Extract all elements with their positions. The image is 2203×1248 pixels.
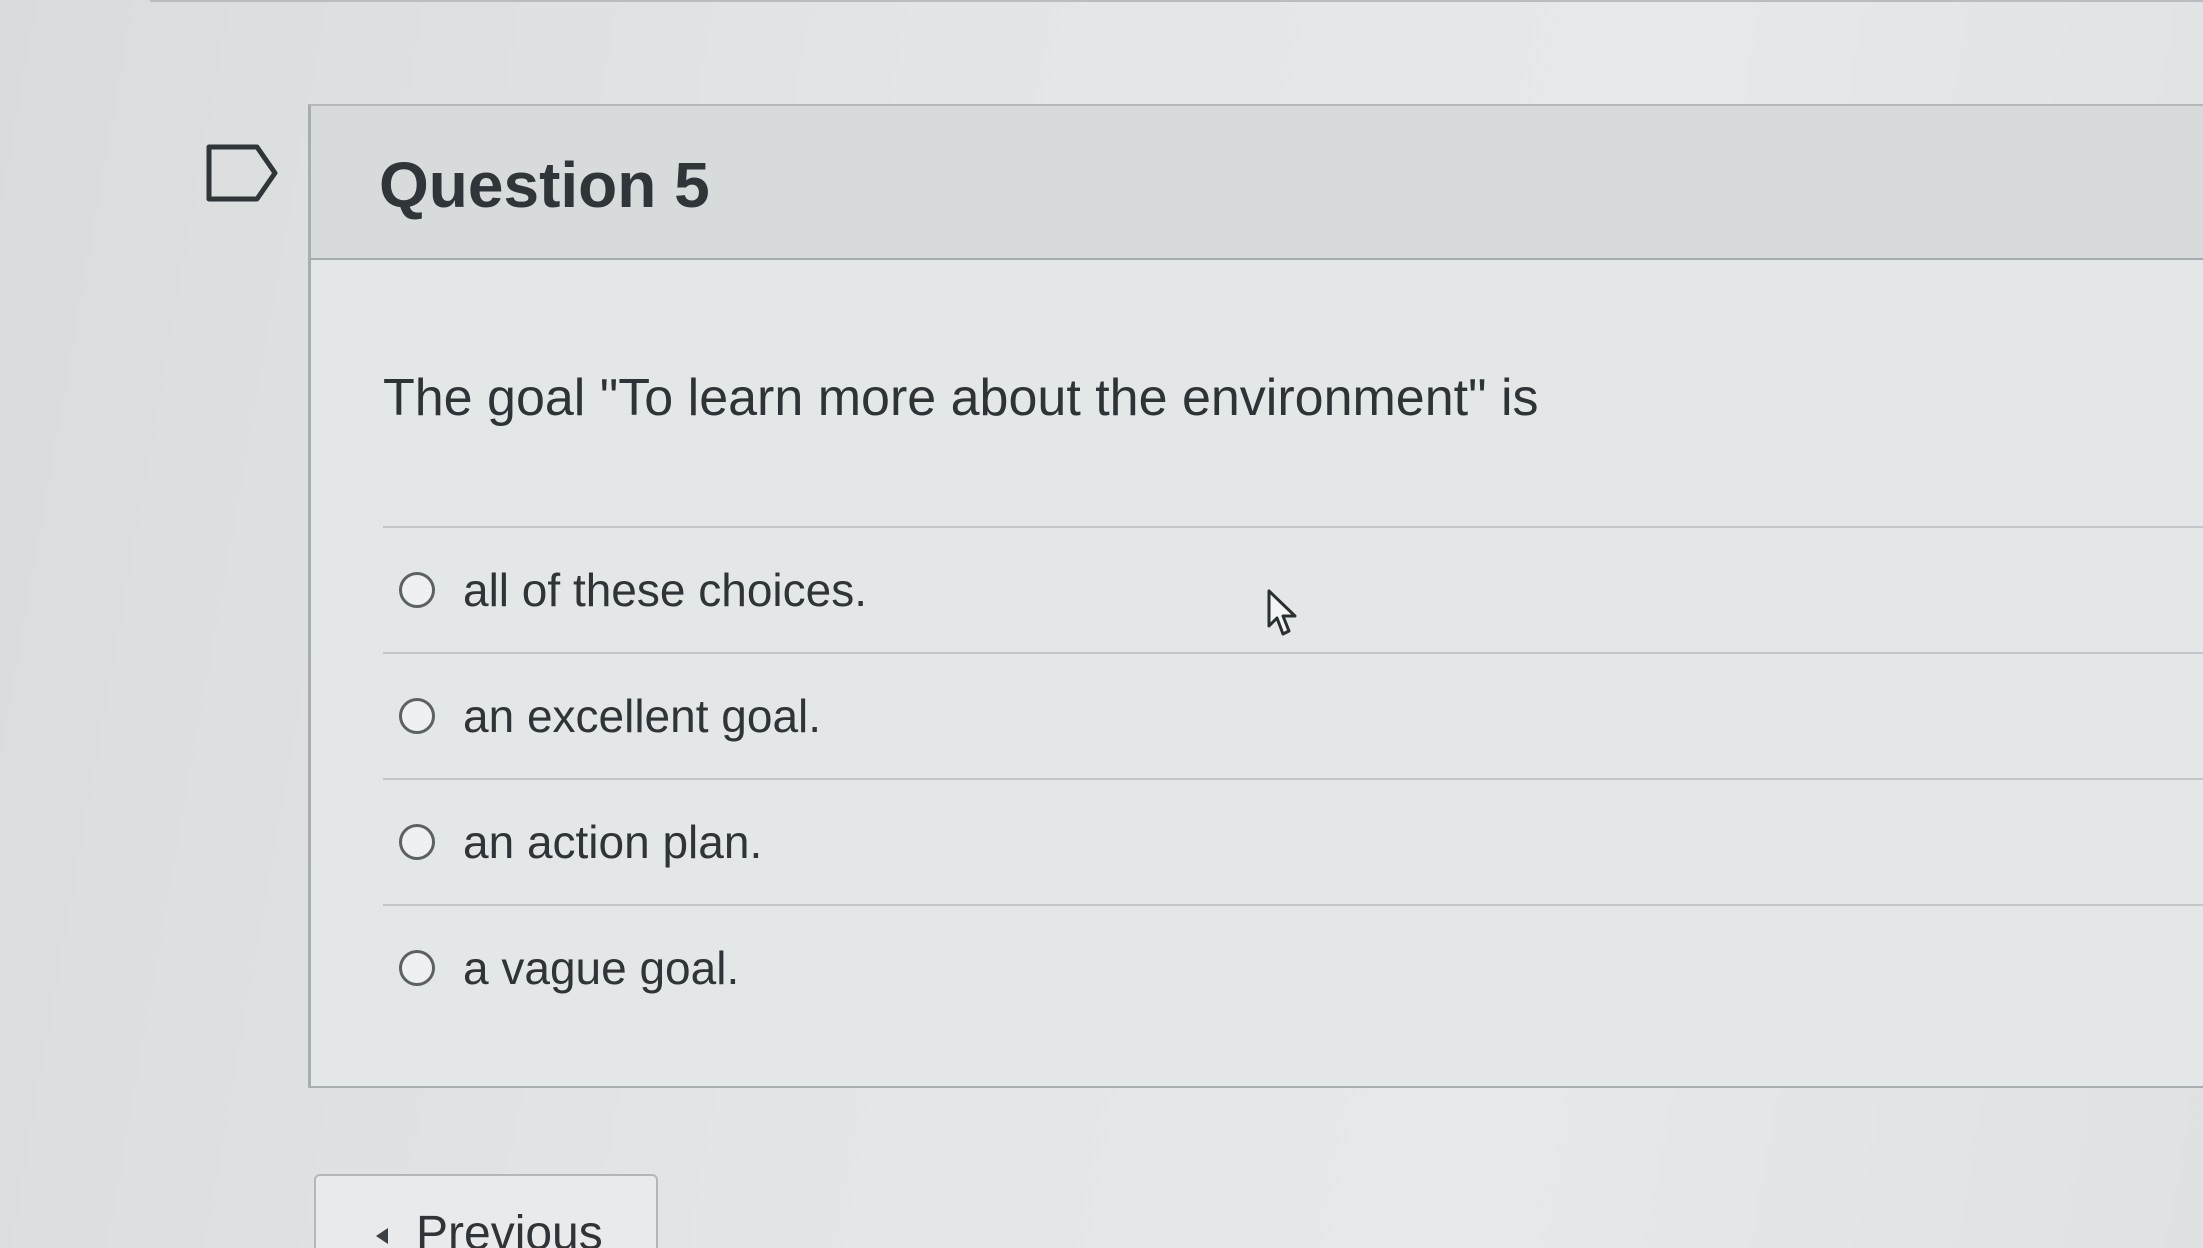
- answer-option[interactable]: a vague goal.: [383, 906, 2203, 1030]
- previous-label: Previous: [416, 1207, 603, 1248]
- question-title: Question 5: [379, 149, 710, 221]
- previous-button[interactable]: Previous: [314, 1174, 658, 1248]
- answer-option[interactable]: an excellent goal.: [383, 654, 2203, 780]
- caret-left-icon: [376, 1228, 388, 1244]
- question-header: Question 5: [311, 106, 2203, 260]
- radio-button[interactable]: [399, 572, 435, 608]
- answer-label[interactable]: a vague goal.: [463, 941, 739, 995]
- radio-button[interactable]: [399, 950, 435, 986]
- top-divider: [150, 0, 2203, 2]
- question-prompt: The goal "To learn more about the enviro…: [383, 369, 1539, 427]
- quiz-page: Question 5 The goal "To learn more about…: [0, 0, 2203, 1248]
- radio-button[interactable]: [399, 698, 435, 734]
- mouse-pointer-icon: [1267, 589, 1297, 636]
- answer-option[interactable]: an action plan.: [383, 780, 2203, 906]
- question-card: Question 5 The goal "To learn more about…: [308, 104, 2203, 1088]
- flag-question-icon[interactable]: [205, 143, 281, 203]
- answer-label[interactable]: an excellent goal.: [463, 689, 821, 743]
- radio-button[interactable]: [399, 824, 435, 860]
- answer-label[interactable]: all of these choices.: [463, 563, 867, 617]
- answer-label[interactable]: an action plan.: [463, 815, 762, 869]
